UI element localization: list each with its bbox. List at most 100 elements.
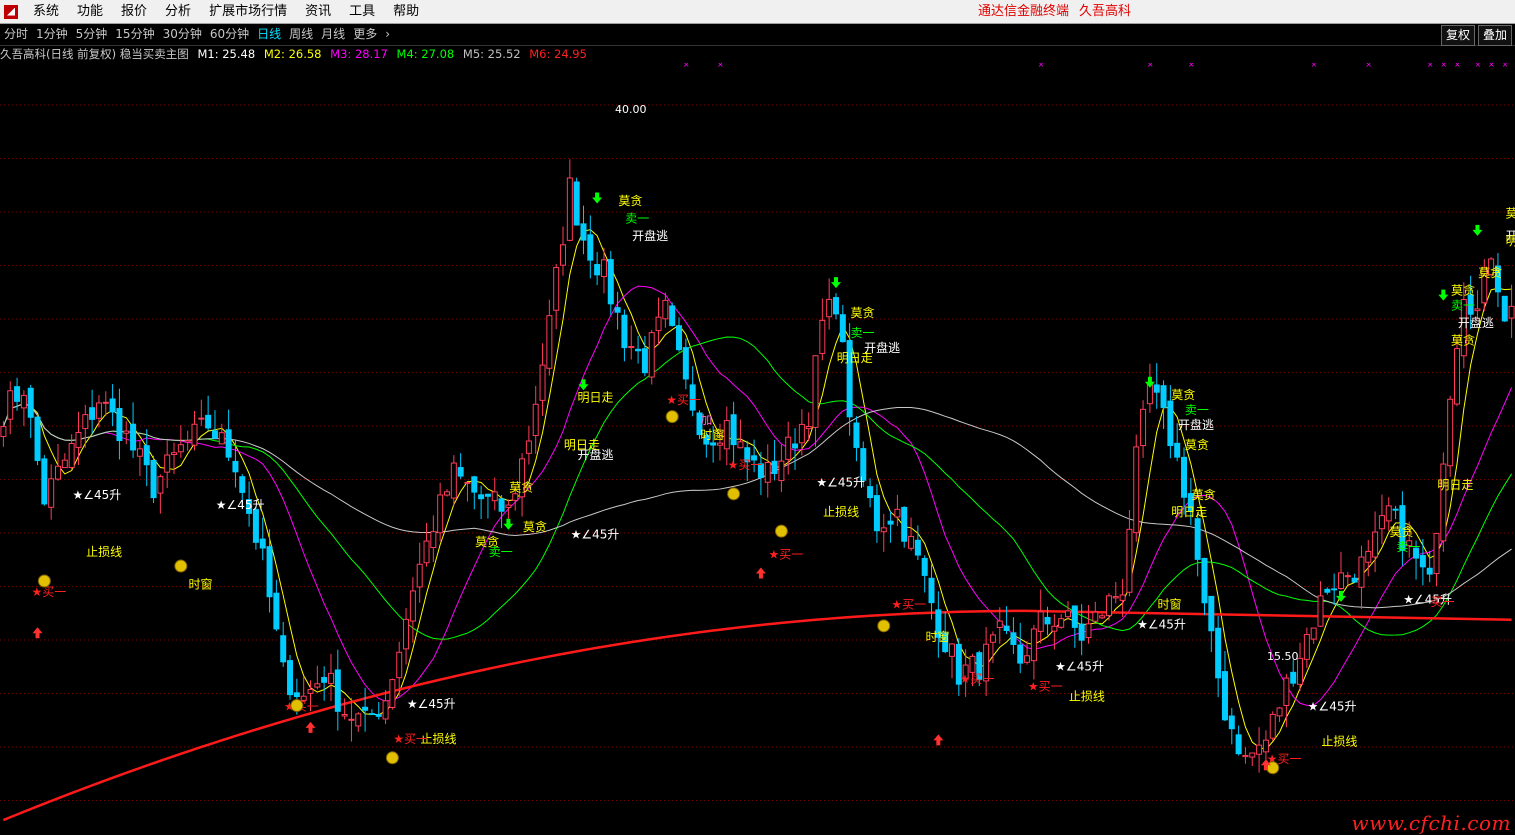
candle-body	[280, 635, 287, 663]
period-15min[interactable]: 15分钟	[111, 24, 158, 45]
candle-body	[1433, 532, 1440, 575]
candle-body	[48, 478, 55, 508]
x-mark: ×	[1440, 63, 1447, 69]
signal-label: 止损线	[86, 545, 122, 559]
signal-label: 明日走	[837, 351, 873, 365]
face-icon	[727, 487, 741, 501]
candle-body	[1133, 446, 1140, 534]
candle-body	[1447, 398, 1454, 467]
candle-body	[171, 452, 178, 455]
candle-body	[20, 394, 27, 409]
candle-body	[716, 442, 723, 446]
candle-body	[437, 494, 444, 534]
menu-help[interactable]: 帮助	[384, 0, 428, 23]
period-1min[interactable]: 1分钟	[32, 24, 72, 45]
candle-body	[218, 432, 225, 445]
signal-label: 莫贪	[850, 305, 874, 320]
candle-body	[484, 493, 491, 497]
down-arrow-icon	[592, 192, 603, 204]
period-toolbar: 分时 1分钟 5分钟 15分钟 30分钟 60分钟 日线 周线 月线 更多 ›	[0, 24, 1515, 46]
period-weekly[interactable]: 周线	[285, 24, 317, 45]
signal-label: ★买一	[769, 548, 804, 562]
signal-label: 卖一	[850, 326, 874, 340]
period-more[interactable]: 更多	[349, 24, 381, 45]
signal-label: 卖一	[1451, 299, 1475, 313]
signal-label: ★买一	[960, 672, 995, 686]
signal-label: 莫贪	[1390, 524, 1414, 539]
candle-body	[723, 420, 730, 450]
period-monthly[interactable]: 月线	[317, 24, 349, 45]
signal-label: 莫贪	[523, 519, 547, 534]
ma-slow-line	[2, 336, 1513, 640]
ma6-label: M6: 24.95	[529, 47, 587, 61]
candle-body	[887, 520, 894, 525]
signal-label: ★∠45升	[1137, 617, 1186, 631]
menu-quote[interactable]: 报价	[112, 0, 156, 23]
down-arrow-icon	[578, 379, 589, 391]
signal-label: 莫贪	[1451, 283, 1475, 298]
x-mark: ×	[1427, 63, 1434, 69]
candle-body	[184, 439, 191, 443]
chevron-right-icon[interactable]: ›	[381, 24, 394, 45]
menu-analysis[interactable]: 分析	[156, 0, 200, 23]
candle-body	[130, 423, 137, 451]
candle-body	[205, 414, 212, 429]
menu-system[interactable]: 系统	[24, 0, 68, 23]
candle-body	[191, 423, 198, 446]
period-daily[interactable]: 日线	[253, 24, 285, 45]
kline-chart[interactable]: 莫贪卖一开盘逃明日走明日走开盘逃莫贪莫贪莫贪卖一莫贪卖一开盘逃明日走加时窗莫贪卖…	[0, 63, 1515, 835]
ma4-label: M4: 27.08	[396, 47, 455, 61]
candle-body	[27, 387, 34, 418]
candle-body	[1358, 556, 1365, 588]
candle-body	[396, 651, 403, 679]
candle-body	[771, 460, 778, 475]
period-30min[interactable]: 30分钟	[159, 24, 206, 45]
fuquan-button[interactable]: 复权	[1441, 25, 1476, 46]
period-5min[interactable]: 5分钟	[72, 24, 112, 45]
candle-body	[1024, 655, 1031, 663]
candle-body	[901, 506, 908, 542]
period-intraday[interactable]: 分时	[0, 24, 32, 45]
menu-tools[interactable]: 工具	[340, 0, 384, 23]
candle-body	[532, 403, 539, 437]
candle-body	[1235, 734, 1242, 755]
x-mark: ×	[1488, 63, 1495, 69]
menu-function[interactable]: 功能	[68, 0, 112, 23]
menu-extended-market[interactable]: 扩展市场行情	[200, 0, 296, 23]
face-icon	[774, 524, 788, 538]
signal-label: 莫贪	[1171, 387, 1195, 402]
candle-body	[1153, 384, 1160, 393]
signal-label: 卖一	[625, 211, 649, 225]
candle-body	[1051, 625, 1058, 632]
candle-body	[1269, 713, 1276, 739]
candle-body	[430, 531, 437, 549]
signal-label: 时窗	[700, 428, 724, 442]
watermark: www.cfchi.com	[1351, 811, 1511, 835]
candle-body	[573, 181, 580, 226]
candle-body	[252, 509, 259, 543]
candle-body	[1099, 615, 1106, 619]
signal-label: ★买一	[666, 393, 701, 407]
candle-body	[1017, 644, 1024, 664]
candle-body	[1174, 442, 1181, 458]
period-60min[interactable]: 60分钟	[206, 24, 253, 45]
candle-body	[232, 460, 239, 473]
candle-body	[894, 508, 901, 518]
candle-body	[1085, 623, 1092, 638]
overlay-button[interactable]: 叠加	[1478, 25, 1513, 46]
candle-body	[1119, 594, 1126, 601]
x-mark: ×	[1454, 63, 1461, 69]
x-mark: ×	[1474, 63, 1481, 69]
ma-mid-line	[2, 285, 1513, 706]
candle-body	[403, 618, 410, 650]
candle-body	[676, 325, 683, 351]
candle-body	[327, 672, 334, 684]
candle-body	[566, 177, 573, 241]
menubar: 系统 功能 报价 分析 扩展市场行情 资讯 工具 帮助 通达信金融终端 久吾高科	[0, 0, 1515, 24]
menu-info[interactable]: 资讯	[296, 0, 340, 23]
candle-body	[1215, 627, 1222, 679]
candle-body	[307, 688, 314, 694]
ma2-label: M2: 26.58	[263, 47, 322, 61]
candle-body	[14, 386, 21, 402]
candle-body	[812, 355, 819, 428]
